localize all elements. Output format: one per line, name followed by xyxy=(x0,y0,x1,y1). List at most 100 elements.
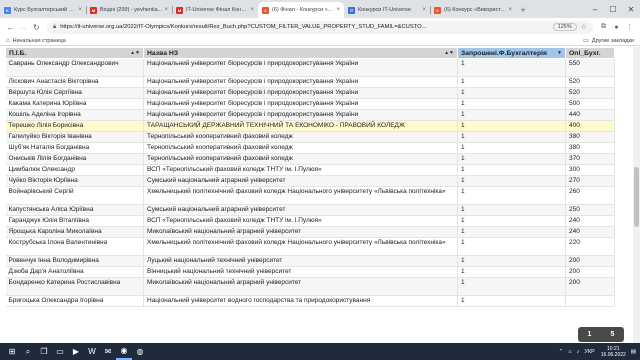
table-header-row: П.І.Б. ▲▼ Назва НЗ ▲▼ Запрошені.Ф.Бухгалте… xyxy=(5,47,615,59)
bookmark-other[interactable]: ▭ Другие закладки xyxy=(583,37,634,45)
cell-score: 370 xyxy=(565,153,615,165)
cell-school: Національний університет біоресурсів і п… xyxy=(143,98,458,110)
tab-favicon-icon: M xyxy=(176,6,183,14)
back-icon[interactable]: ← xyxy=(4,23,17,32)
cell-score xyxy=(565,295,615,307)
column-header-invited[interactable]: Запрошені.Ф.Бухгалтерія ▼ xyxy=(457,47,566,59)
file-explorer-icon[interactable]: ▭ xyxy=(52,343,68,360)
table-row[interactable]: Терешко Лілія Борисівна ТАРАЩАНСЬКИЙ ДЕРЖ… xyxy=(5,120,615,132)
browser-tab[interactable]: M Вхідні (299) - yevheniia... × xyxy=(86,2,172,18)
tab-close-icon[interactable]: × xyxy=(164,7,168,13)
sort-desc-icon[interactable]: ▼ xyxy=(557,50,562,56)
cell-name: Ониськів Лілія Богданівна xyxy=(5,153,144,165)
tab-title: Вхідні (299) - yevheniia... xyxy=(100,7,163,13)
table-row[interactable]: Шуб'як Наталія Богданівна Тернопільський … xyxy=(5,142,615,154)
tab-close-icon[interactable]: × xyxy=(250,7,254,13)
close-window-icon[interactable]: ✕ xyxy=(622,5,640,14)
start-icon[interactable]: ⊞ xyxy=(4,343,20,360)
mail-icon[interactable]: ✉ xyxy=(100,343,116,360)
cell-invited: 1 xyxy=(457,255,566,267)
clock[interactable]: 10:21 16.06.2022 xyxy=(601,346,626,358)
bookmark-star-icon[interactable]: ☆ xyxy=(581,23,587,31)
column-header-school[interactable]: Назва НЗ ▲▼ xyxy=(143,47,458,59)
table-row[interactable]: Бригоцька Олександра Ігорівна Національни… xyxy=(5,295,615,307)
reload-icon[interactable]: ↻ xyxy=(30,23,43,32)
cell-school: Хмельницький політехнічний фаховий колед… xyxy=(143,186,458,205)
address-bar[interactable]: 🔒︎ https://it-universe.org.ua/2022/IT-Ol… xyxy=(47,20,593,34)
cell-name: Дзюба Дар'я Анатоліївна xyxy=(5,266,144,278)
table-row[interactable]: Войнарівський Сергій Хмельницький політех… xyxy=(5,186,615,205)
column-header-score[interactable]: Onl_Бухг. xyxy=(565,47,615,59)
table-row[interactable]: Дзюба Дар'я Анатоліївна Вінницький націон… xyxy=(5,266,615,278)
tab-favicon-icon: 6 xyxy=(434,6,441,14)
table-row[interactable]: Ониськів Лілія Богданівна Тернопільський … xyxy=(5,153,615,165)
table-row[interactable]: Кошіль Аделіна Ігорівна Національний унів… xyxy=(5,109,615,121)
media-player-icon[interactable]: ▶ xyxy=(68,343,84,360)
volume-icon[interactable]: ♪ xyxy=(577,349,580,355)
tab-close-icon[interactable]: × xyxy=(422,7,426,13)
bookmarks-bar: ⌂ Начальная страница ▭ Другие закладки xyxy=(0,36,640,46)
browser-tab[interactable]: IT Конкурси IT-Universe × xyxy=(344,2,430,18)
table-row[interactable]: Ровенчук Інна Володимирівна Луцький націо… xyxy=(5,255,615,267)
sort-icon[interactable]: ▲▼ xyxy=(130,50,140,56)
maximize-icon[interactable]: ☐ xyxy=(604,5,622,14)
url-text[interactable]: https://it-universe.org.ua/2022/IT-Olymp… xyxy=(60,24,548,30)
browser-tab[interactable]: MIT-Universe Фінал Конкурсу...× xyxy=(172,2,258,18)
pagination-badge[interactable]: 1 5 xyxy=(578,327,624,342)
browser-tab[interactable]: 6(6) Конкурс «Використанн...× xyxy=(430,2,516,18)
column-header-name[interactable]: П.І.Б. ▲▼ xyxy=(5,47,144,59)
search-icon[interactable]: ⌕ xyxy=(20,343,36,360)
zoom-indicator[interactable]: 125% xyxy=(552,23,577,31)
table-row[interactable]: Гаранджук Юлія Віталіївна ВСП «Тернопільс… xyxy=(5,215,615,227)
profile-icon[interactable]: ● xyxy=(610,24,623,31)
table-row[interactable]: Ліскович Анастасія Вікторівна Національни… xyxy=(5,76,615,88)
cell-school: Миколаївський національний аграрний унів… xyxy=(143,226,458,238)
table-row[interactable]: Галилуйко Вікторія Іванівна Тернопільськи… xyxy=(5,131,615,143)
cell-score: 400 xyxy=(565,120,615,132)
vertical-scrollbar[interactable] xyxy=(633,47,640,343)
tab-title: IT-Universe Фінал Конкурсу... xyxy=(186,7,248,13)
menu-icon[interactable]: ⋮ xyxy=(623,23,636,31)
cell-name: Шуб'як Наталія Богданівна xyxy=(5,142,144,154)
sort-icon[interactable]: ▲▼ xyxy=(444,50,454,56)
network-icon[interactable]: ⌂ xyxy=(568,349,571,355)
extensions-icon[interactable]: ⧉ xyxy=(597,23,610,31)
table-row[interactable]: Какама Катерина Юріївна Національний унів… xyxy=(5,98,615,110)
table-row[interactable]: Бондаренко Катерина Ростиславівна Миколаї… xyxy=(5,277,615,296)
cell-score: 440 xyxy=(565,109,615,121)
table-row[interactable]: Чуйко Вікторія Юріївна Сумський національ… xyxy=(5,175,615,187)
cell-score: 270 xyxy=(565,175,615,187)
forward-icon[interactable]: → xyxy=(17,23,30,32)
minimize-icon[interactable]: – xyxy=(586,5,604,14)
table-row[interactable]: Саврань Олександр Олександрович Національ… xyxy=(5,58,615,77)
language-indicator[interactable]: УКР xyxy=(584,349,594,355)
notifications-icon[interactable]: ▤ xyxy=(631,349,636,355)
cell-name: Кострубська Ілона Валентинівна xyxy=(5,237,144,256)
new-tab-button[interactable]: + xyxy=(516,2,530,18)
tab-close-icon[interactable]: × xyxy=(78,7,82,13)
browser-tab[interactable]: 6(6) Фінал - Конкурси «Викор...× xyxy=(258,2,344,18)
word-icon[interactable]: W xyxy=(84,343,100,360)
cell-score: 260 xyxy=(565,186,615,205)
cell-school: Тернопільський кооперативний фаховий кол… xyxy=(143,153,458,165)
pager-page: 1 xyxy=(587,331,592,338)
cell-invited: 1 xyxy=(457,226,566,238)
home-icon: ⌂ xyxy=(6,37,10,44)
table-row[interactable]: Вершута Юлія Сергіївна Національний уніве… xyxy=(5,87,615,99)
table-row[interactable]: Капустянська Аліса Юріївна Сумський націо… xyxy=(5,204,615,216)
scrollbar-thumb[interactable] xyxy=(634,167,639,227)
cell-invited: 1 xyxy=(457,186,566,205)
table-row[interactable]: Ярощька Кароліна Миколаївна Миколаївський… xyxy=(5,226,615,238)
firefox-icon[interactable]: ◍ xyxy=(132,343,148,360)
bookmark-home[interactable]: ⌂ Начальная страница xyxy=(6,38,66,44)
tray-chevron-icon[interactable]: ⌃ xyxy=(559,349,564,355)
table-row[interactable]: Цимбалюк Олександр ВСП «Тернопільський фа… xyxy=(5,164,615,176)
cell-school: Національний університет біоресурсів і п… xyxy=(143,87,458,99)
table-row[interactable]: Кострубська Ілона Валентинівна Хмельницьк… xyxy=(5,237,615,256)
browser-tab[interactable]: KКурс Бухгалтерський облік та...× xyxy=(0,2,86,18)
chrome-icon[interactable]: ◉ xyxy=(116,343,132,360)
lock-icon[interactable]: 🔒︎ xyxy=(53,24,56,31)
tab-close-icon[interactable]: × xyxy=(508,7,512,13)
task-view-icon[interactable]: ❐ xyxy=(36,343,52,360)
tab-close-icon[interactable]: × xyxy=(336,7,340,13)
